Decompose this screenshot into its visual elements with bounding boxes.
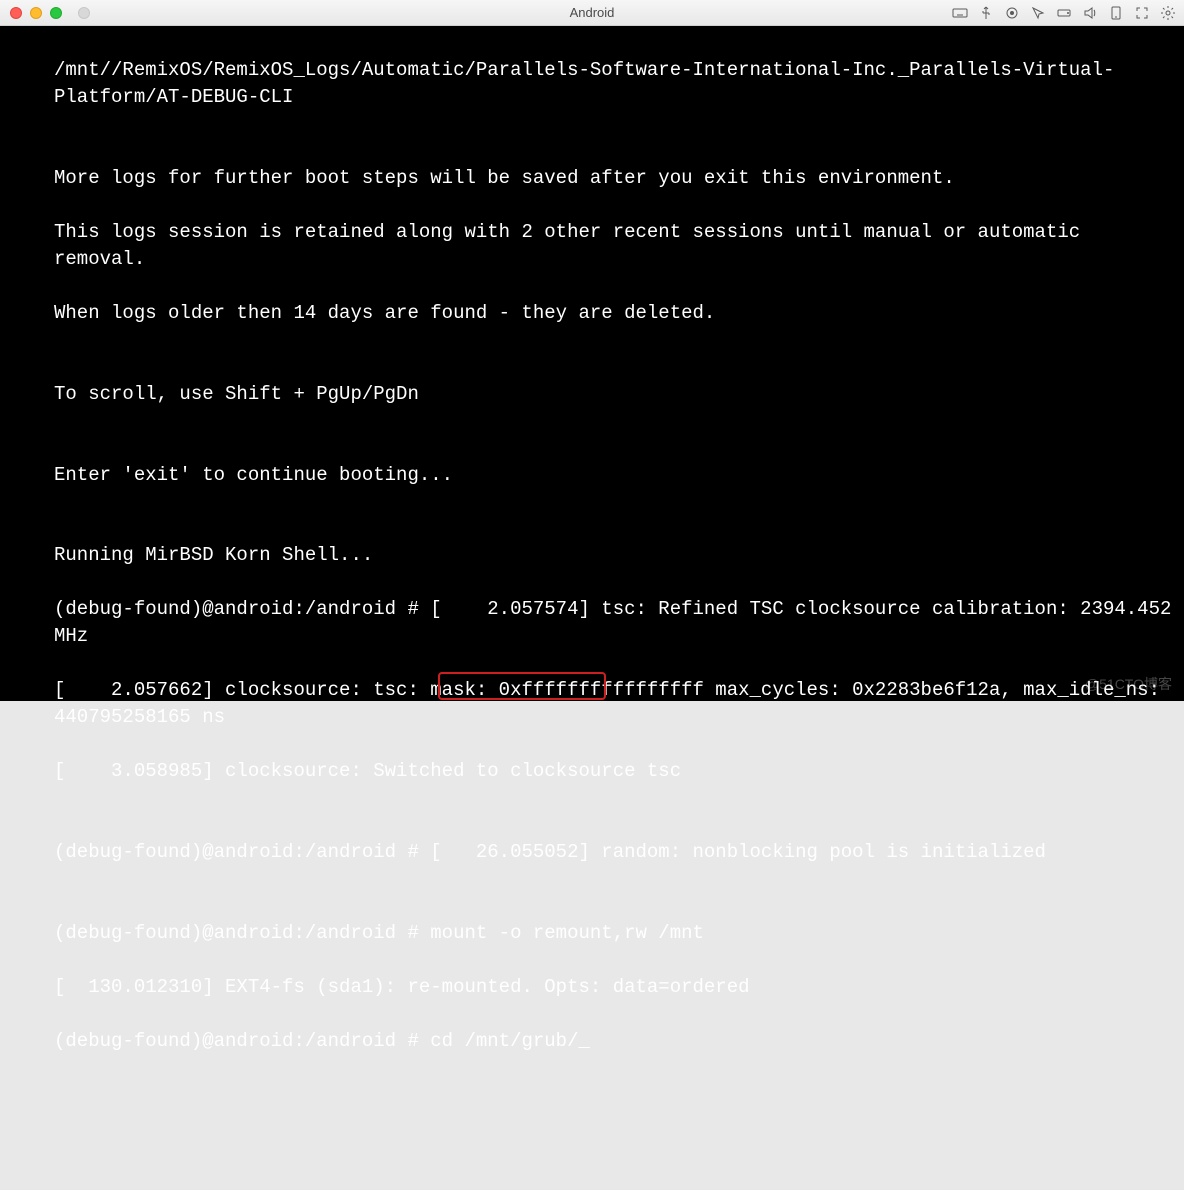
usb-icon[interactable] bbox=[978, 5, 994, 21]
window-titlebar: Android bbox=[0, 0, 1184, 26]
traffic-lights bbox=[0, 7, 90, 19]
toolbar-right bbox=[952, 5, 1176, 21]
terminal-line: [ 130.012310] EXT4-fs (sda1): re-mounted… bbox=[0, 974, 1184, 1001]
terminal-line: Enter 'exit' to continue booting... bbox=[0, 462, 1184, 489]
minimize-button[interactable] bbox=[30, 7, 42, 19]
drive-icon[interactable] bbox=[1056, 5, 1072, 21]
gear-icon[interactable] bbox=[1160, 5, 1176, 21]
terminal-line: (debug-found)@android:/android # cd /mnt… bbox=[0, 1028, 1184, 1055]
watermark: @51CTO博客 bbox=[1085, 675, 1172, 695]
terminal-line: (debug-found)@android:/android # mount -… bbox=[0, 920, 1184, 947]
sound-icon[interactable] bbox=[1082, 5, 1098, 21]
target-icon[interactable] bbox=[1004, 5, 1020, 21]
terminal-line: [ 2.057662] clocksource: tsc: mask: 0xff… bbox=[0, 677, 1184, 731]
expand-icon[interactable] bbox=[1134, 5, 1150, 21]
terminal-line: More logs for further boot steps will be… bbox=[0, 165, 1184, 192]
tablet-icon[interactable] bbox=[1108, 5, 1124, 21]
maximize-button[interactable] bbox=[50, 7, 62, 19]
terminal-line: Running MirBSD Korn Shell... bbox=[0, 542, 1184, 569]
keyboard-icon[interactable] bbox=[952, 5, 968, 21]
terminal-line: [ 3.058985] clocksource: Switched to clo… bbox=[0, 758, 1184, 785]
terminal-line: (debug-found)@android:/android # [ 26.05… bbox=[0, 839, 1184, 866]
terminal-output[interactable]: /mnt//RemixOS/RemixOS_Logs/Automatic/Par… bbox=[0, 26, 1184, 701]
terminal-line: When logs older then 14 days are found -… bbox=[0, 300, 1184, 327]
terminal-line: /mnt//RemixOS/RemixOS_Logs/Automatic/Par… bbox=[0, 57, 1184, 111]
disabled-button bbox=[78, 7, 90, 19]
terminal-line: To scroll, use Shift + PgUp/PgDn bbox=[0, 381, 1184, 408]
cursor-icon[interactable] bbox=[1030, 5, 1046, 21]
close-button[interactable] bbox=[10, 7, 22, 19]
window-title: Android bbox=[570, 5, 615, 20]
terminal-line: This logs session is retained along with… bbox=[0, 219, 1184, 273]
terminal-line: (debug-found)@android:/android # [ 2.057… bbox=[0, 596, 1184, 650]
